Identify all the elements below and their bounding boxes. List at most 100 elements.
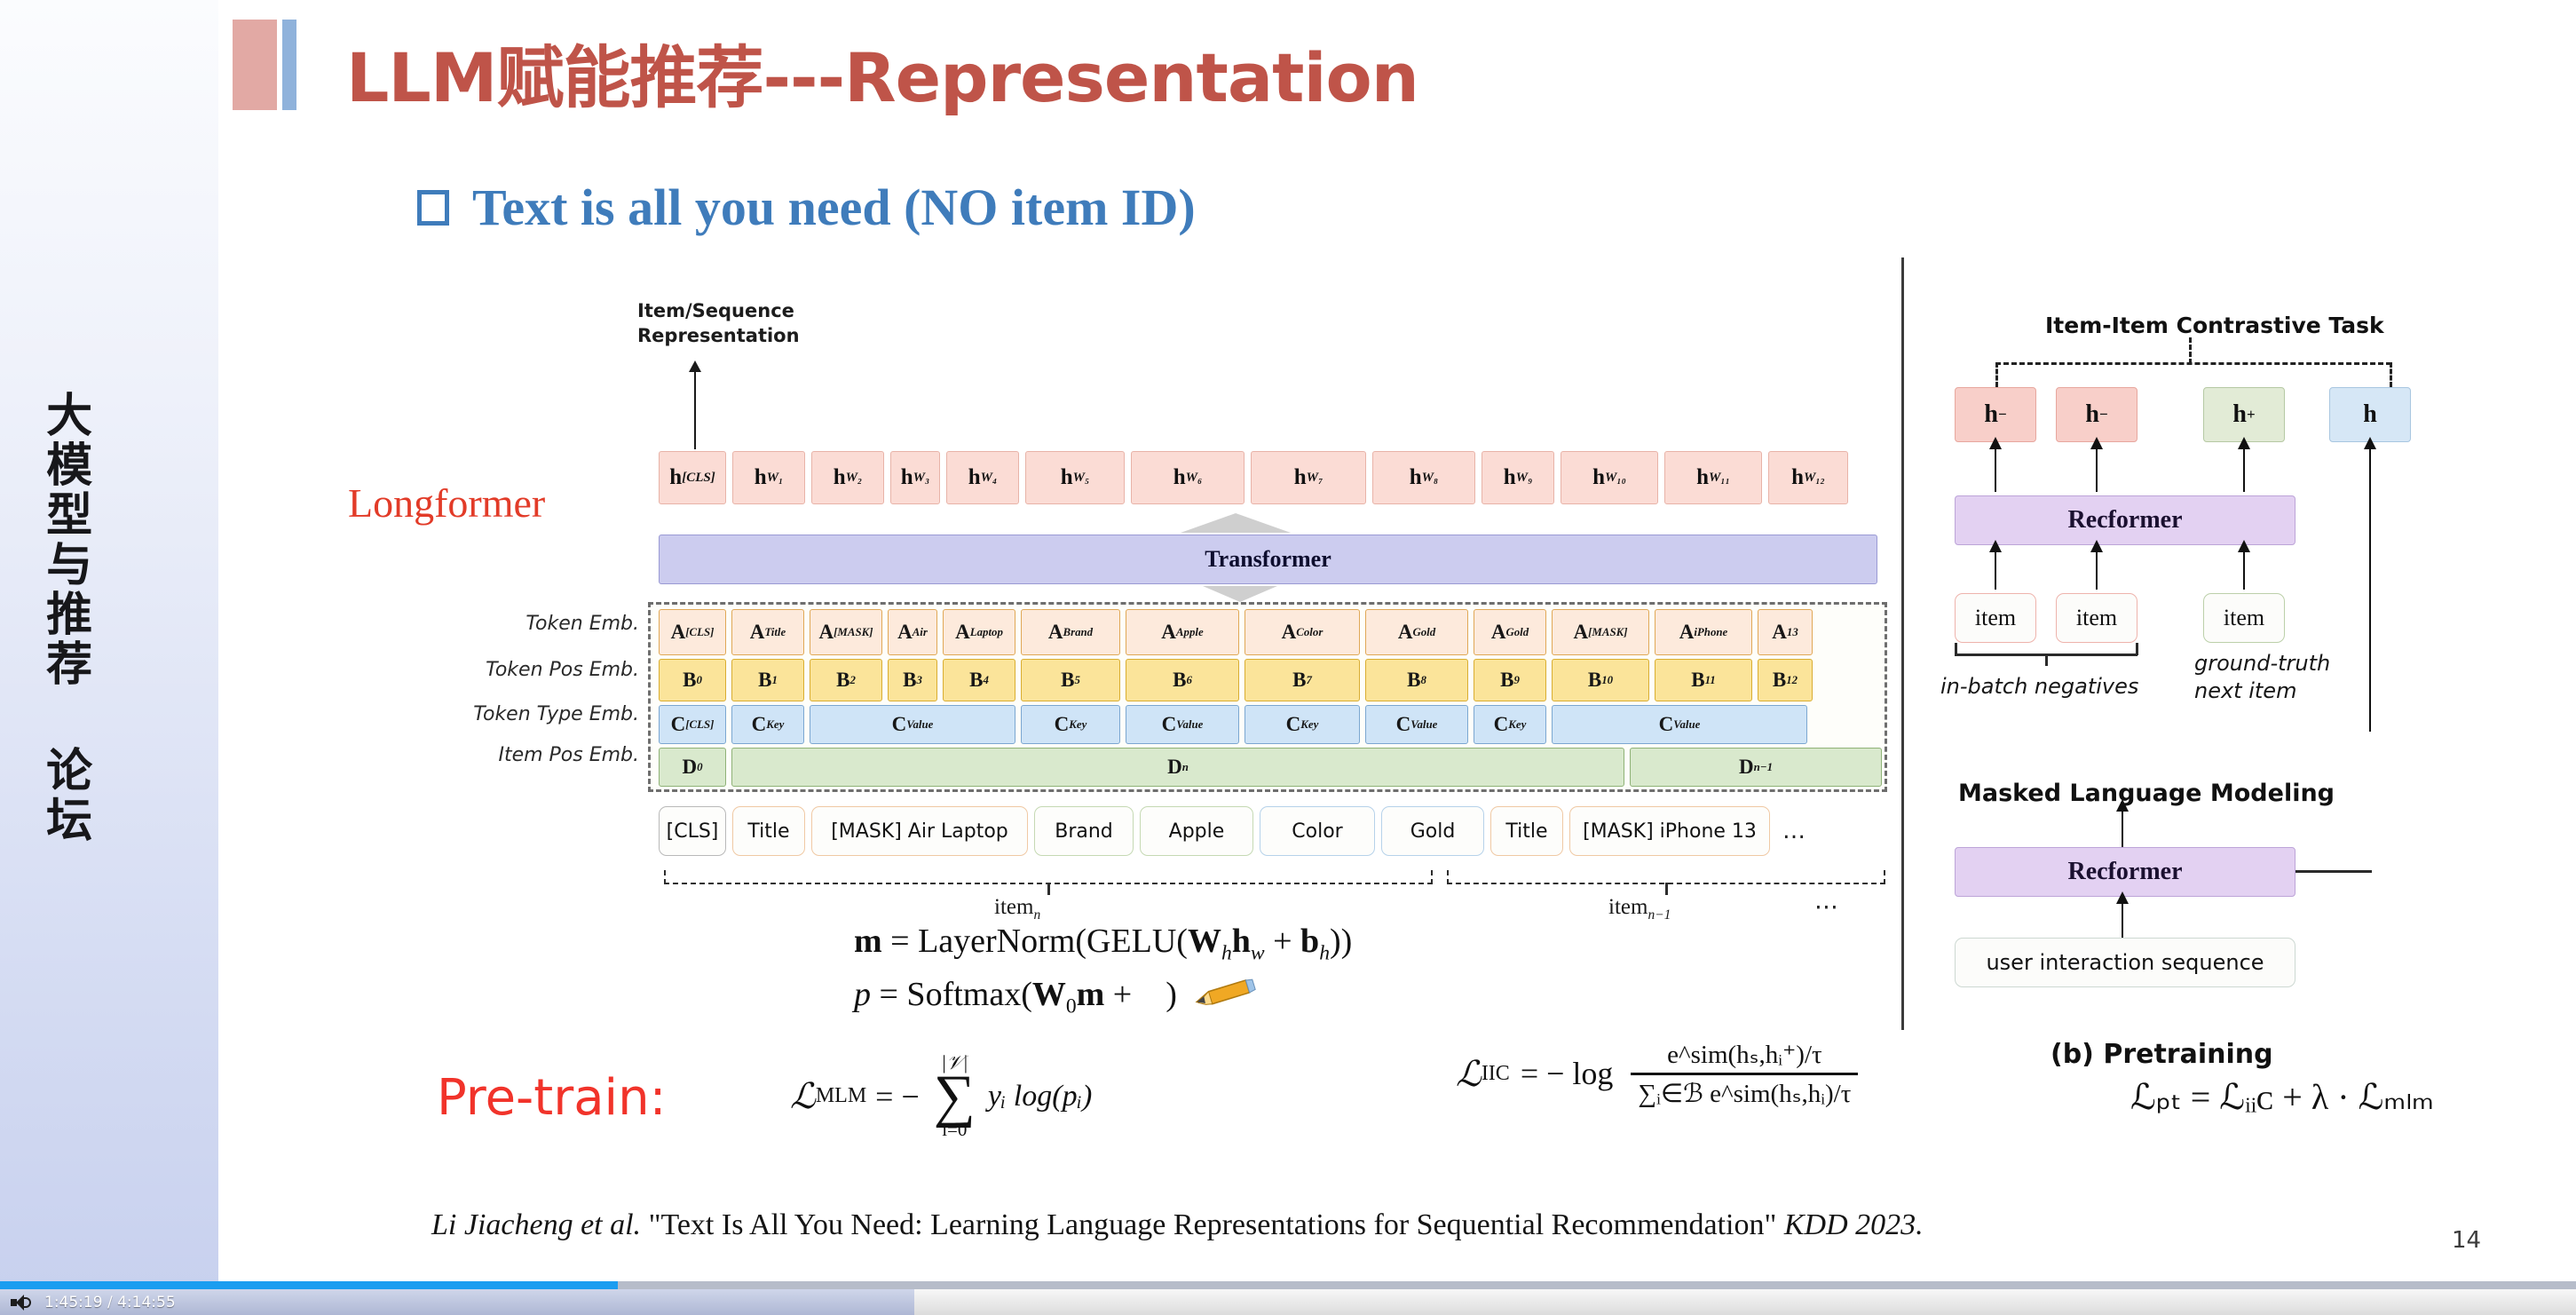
arrow-up-icon-neg2: [2089, 437, 2104, 492]
item-n-minus-1-label: itemn−1: [1608, 895, 1671, 923]
dashed-horiz-connector: [1995, 362, 2391, 365]
h-row-cell: h W₁₁: [1664, 451, 1762, 504]
row-B-cell: B7: [1245, 659, 1360, 701]
speaker-icon[interactable]: [11, 1294, 31, 1311]
player-controls: 1:45:19 / 4:14:55: [0, 1289, 914, 1315]
triangle-up-icon: [1181, 513, 1291, 533]
iic-denominator: ∑ᵢ∈ℬ e^sim(hₛ,hᵢ)/τ: [1638, 1079, 1852, 1108]
row-B-cell: B 12: [1758, 659, 1813, 701]
h-row-cell: h W₃: [890, 451, 940, 504]
row-C-cell: C Key: [1474, 705, 1546, 744]
row-C-cell: C Key: [1245, 705, 1360, 744]
recformer-block-pretraining: Recformer: [1955, 847, 2295, 897]
text-token: [MASK] Air Laptop: [811, 806, 1028, 856]
pretrain-label: Pre-train:: [437, 1069, 667, 1127]
arrow-up-icon-mlm: [2114, 799, 2130, 847]
row-C-cell: C Value: [1126, 705, 1239, 744]
h-row-cell: h W₉: [1482, 451, 1554, 504]
panel-divider: [1901, 257, 1904, 1030]
arrow-up-icon-anchor: [2362, 437, 2377, 732]
arrow-up-icon-item2: [2089, 540, 2104, 590]
citation-authors: Li Jiacheng et al.: [431, 1208, 642, 1241]
page-number: 14: [2452, 1227, 2482, 1254]
item-n-brace-tick: [1047, 883, 1050, 895]
item-pos-embedding-row: D 0 Dn Dn−1: [659, 748, 1882, 787]
mlm-loss-formula: ℒ MLM = − |𝒱| ∑ i=0 yᵢ log(pᵢ): [790, 1053, 1092, 1139]
arrow-up-icon-item3: [2236, 540, 2251, 590]
time-display: 1:45:19 / 4:14:55: [44, 1294, 176, 1311]
row-C-cell: C Key: [1021, 705, 1120, 744]
title-accent-bar-blue: [282, 20, 296, 110]
row-A-cell: AiPhone: [1655, 609, 1752, 655]
negatives-bracket-stem: [2045, 654, 2048, 666]
row-B-cell: B5: [1021, 659, 1120, 701]
token-type-embedding-row: C [CLS] C Key C Value C Key C Value C Key C Value C Key…: [659, 705, 1807, 744]
video-progress-fill[interactable]: [0, 1281, 619, 1289]
arrow-up-icon-userseq: [2114, 891, 2130, 938]
item-sequence-representation-label: Item/Sequence Representation: [637, 300, 800, 347]
iic-lhs-sub: IIC: [1481, 1061, 1510, 1085]
m-equation: m = LayerNorm(GELU(Whhw + bh)): [854, 923, 1353, 965]
text-token: Title: [732, 806, 805, 856]
text-token: [CLS]: [659, 806, 726, 856]
row-label-token-emb: Token Emb.: [525, 613, 639, 635]
slide-root: 大模型与推荐 论坛 LLM赋能推荐---Representation Text …: [0, 0, 2576, 1315]
iic-loss-formula: ℒ IIC = − log e^sim(hₛ,hᵢ⁺)/τ ∑ᵢ∈ℬ e^sim(…: [1456, 1039, 1865, 1109]
text-token: Title: [1490, 806, 1563, 856]
row-B-cell: B8: [1365, 659, 1468, 701]
row-A-cell: A Gold: [1474, 609, 1546, 655]
iic-lhs: ℒ: [1456, 1053, 1482, 1094]
item-box-neg-1: item: [1955, 593, 2036, 643]
architecture-diagram: Item/Sequence Representation Longformer …: [0, 257, 2576, 1199]
row-label-item-pos-emb: Item Pos Emb.: [498, 744, 639, 766]
citation-text: Li Jiacheng et al. "Text Is All You Need…: [431, 1206, 2020, 1245]
row-A-cell: A Apple: [1126, 609, 1239, 655]
row-D-cell: D0: [659, 748, 726, 787]
row-C-cell: C [CLS]: [659, 705, 726, 744]
text-token: Brand: [1034, 806, 1134, 856]
row-A-cell: A Air: [888, 609, 937, 655]
row-B-cell: B3: [888, 659, 937, 701]
row-B-cell: B0: [659, 659, 726, 701]
h-negative-box-2: h −: [2056, 387, 2137, 442]
total-time: 4:14:55: [117, 1293, 176, 1311]
item-n-label: itemn: [994, 895, 1041, 923]
arrow-up-icon-neg1: [1987, 437, 2003, 492]
row-D-cell: Dn: [731, 748, 1624, 787]
dashed-vert-left: [1995, 362, 1998, 387]
subtitle-row: Text is all you need (NO item ID): [417, 178, 1196, 237]
row-C-cell: C Value: [1552, 705, 1807, 744]
title-accent-bar-rose: [233, 20, 277, 110]
pretraining-caption: (b) Pretraining: [2051, 1039, 2273, 1070]
trailing-dots: ⋯: [1814, 893, 1841, 921]
pt-loss-formula: ℒₚₜ = ℒᵢᵢᴄ + λ · ℒₘₗₘ: [2130, 1077, 2434, 1117]
row-A-cell: A [MASK]: [810, 609, 882, 655]
recformer-to-anchor-line-h: [2295, 870, 2372, 873]
dashed-vert-right: [2390, 362, 2392, 387]
p-equation: p = Softmax(W0m + ): [854, 976, 1177, 1018]
negatives-bracket-right-tip: [2136, 643, 2138, 655]
up-arrow-icon: [689, 360, 701, 449]
negatives-bracket-left-tip: [1955, 643, 1957, 655]
mlm-rhs: yᵢ log(pᵢ): [987, 1079, 1093, 1113]
masked-language-modeling-title: Masked Language Modeling: [1958, 780, 2335, 807]
h-row-cell: h W₇: [1251, 451, 1366, 504]
row-B-cell: B1: [731, 659, 804, 701]
row-A-cell: A [CLS]: [659, 609, 726, 655]
dashed-vert-top: [2189, 337, 2192, 364]
text-token: Apple: [1140, 806, 1253, 856]
current-time: 1:45:19: [44, 1293, 103, 1311]
row-B-cell: B 10: [1552, 659, 1649, 701]
h-row-cell: h [CLS]: [659, 451, 726, 504]
row-A-cell: A Title: [731, 609, 804, 655]
contrastive-task-title: Item-Item Contrastive Task: [2045, 313, 2384, 338]
longformer-label: Longformer: [348, 480, 546, 526]
row-label-token-pos-emb: Token Pos Emb.: [486, 659, 639, 681]
citation-venue: KDD 2023.: [1783, 1208, 1924, 1241]
mlm-lhs: ℒ: [790, 1076, 816, 1117]
row-B-cell: B4: [943, 659, 1015, 701]
row-C-cell: C Value: [1365, 705, 1468, 744]
in-batch-negatives-label: in-batch negatives: [1940, 674, 2139, 699]
h-row-cell: h W₄: [946, 451, 1019, 504]
iic-numerator: e^sim(hₛ,hᵢ⁺)/τ: [1667, 1041, 1822, 1069]
